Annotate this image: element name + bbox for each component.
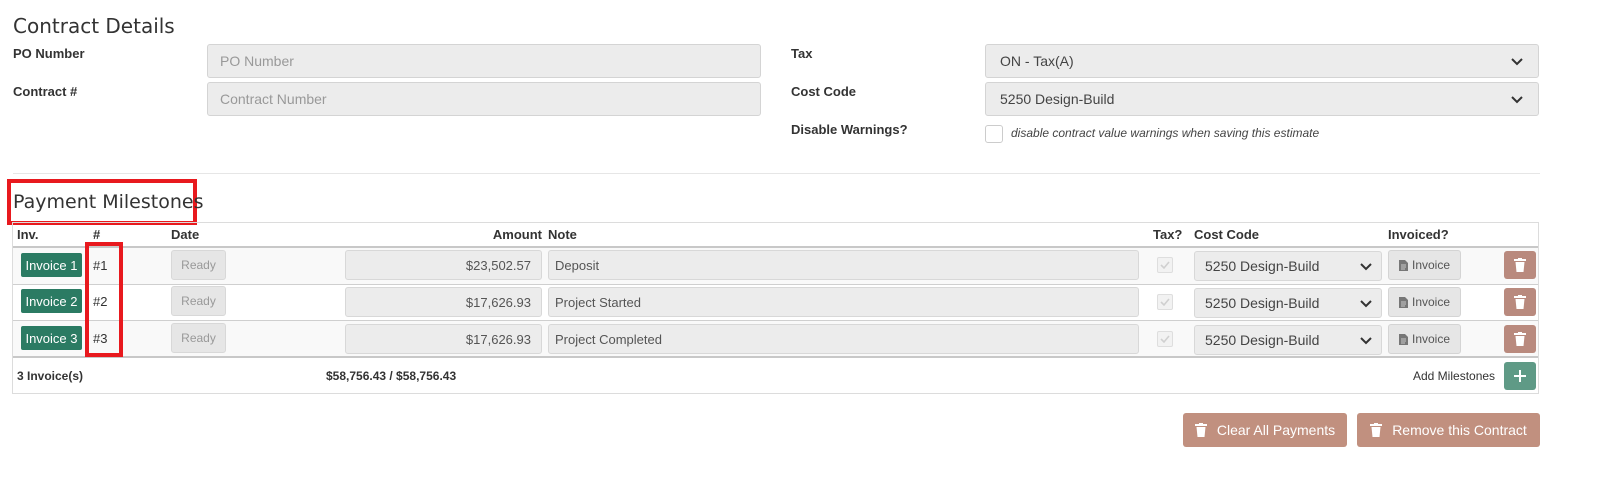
tax-select-value: ON - Tax(A): [1000, 53, 1074, 69]
chevron-down-icon: [1511, 96, 1523, 104]
tax-checkbox[interactable]: [1157, 294, 1173, 310]
row-cost-code-select[interactable]: 5250 Design-Build: [1194, 288, 1382, 318]
col-header-num: #: [93, 227, 101, 242]
tax-checkbox[interactable]: [1157, 331, 1173, 347]
note-field[interactable]: Project Completed: [548, 324, 1139, 354]
clear-all-payments-label: Clear All Payments: [1216, 422, 1336, 438]
date-ready-button[interactable]: Ready: [171, 250, 226, 280]
trash-icon: [1370, 423, 1383, 437]
row-cost-code-value: 5250 Design-Build: [1205, 332, 1320, 348]
add-milestone-button[interactable]: [1504, 362, 1536, 390]
disable-warnings-label: Disable Warnings?: [791, 122, 908, 137]
date-ready-button[interactable]: Ready: [171, 323, 226, 353]
document-icon: [1398, 296, 1408, 308]
delete-row-button[interactable]: [1504, 325, 1536, 353]
po-number-input[interactable]: PO Number: [207, 44, 761, 78]
invoice-action-label: Invoice: [1411, 332, 1451, 346]
chevron-down-icon: [1360, 300, 1372, 308]
section-divider: [13, 173, 1540, 174]
contract-details-title: Contract Details: [13, 14, 175, 38]
amount-field[interactable]: $17,626.93: [345, 287, 542, 317]
tax-select[interactable]: ON - Tax(A): [985, 44, 1539, 78]
col-header-invoiced: Invoiced?: [1388, 227, 1449, 242]
trash-icon: [1514, 258, 1526, 272]
contract-number-label: Contract #: [13, 84, 78, 99]
clear-all-payments-button[interactable]: Clear All Payments: [1183, 413, 1347, 447]
contract-number-input[interactable]: Contract Number: [207, 82, 761, 116]
invoice-count: 3 Invoice(s): [17, 369, 84, 383]
check-icon: [1160, 335, 1170, 344]
cost-code-select[interactable]: 5250 Design-Build: [985, 82, 1539, 116]
invoice-3-button[interactable]: Invoice 3: [21, 326, 82, 350]
trash-icon: [1514, 332, 1526, 346]
delete-row-button[interactable]: [1504, 251, 1536, 279]
col-header-date: Date: [171, 227, 200, 242]
invoice-2-button[interactable]: Invoice 2: [21, 289, 82, 313]
contract-number-placeholder: Contract Number: [220, 91, 327, 107]
payment-milestones-title: Payment Milestones: [13, 191, 204, 213]
number-column-highlight-box: [85, 242, 123, 357]
document-icon: [1398, 259, 1408, 271]
trash-icon: [1194, 423, 1207, 437]
plus-icon: [1514, 370, 1526, 382]
invoice-action-button[interactable]: Invoice: [1388, 287, 1461, 317]
remove-contract-label: Remove this Contract: [1392, 422, 1527, 438]
invoice-action-label: Invoice: [1411, 295, 1451, 309]
invoice-action-button[interactable]: Invoice: [1388, 250, 1461, 280]
check-icon: [1160, 261, 1170, 270]
delete-row-button[interactable]: [1504, 288, 1536, 316]
footer-divider: [13, 356, 1538, 358]
tax-label: Tax: [791, 46, 813, 61]
remove-contract-button[interactable]: Remove this Contract: [1357, 413, 1540, 447]
col-header-note: Note: [548, 227, 577, 242]
document-icon: [1398, 333, 1408, 345]
disable-warnings-checkbox[interactable]: [985, 125, 1003, 143]
row-cost-code-select[interactable]: 5250 Design-Build: [1194, 325, 1382, 355]
cost-code-label: Cost Code: [791, 84, 856, 99]
note-field[interactable]: Deposit: [548, 250, 1139, 280]
row-divider: [13, 284, 1538, 285]
trash-icon: [1514, 295, 1526, 309]
po-number-placeholder: PO Number: [220, 53, 294, 69]
invoice-action-label: Invoice: [1411, 258, 1451, 272]
date-ready-button[interactable]: Ready: [171, 286, 226, 316]
chevron-down-icon: [1511, 58, 1523, 66]
col-header-amount: Amount: [492, 227, 542, 242]
tax-checkbox[interactable]: [1157, 257, 1173, 273]
row-cost-code-select[interactable]: 5250 Design-Build: [1194, 251, 1382, 281]
cost-code-select-value: 5250 Design-Build: [1000, 91, 1115, 107]
add-milestones-label: Add Milestones: [1413, 369, 1496, 383]
col-header-cost-code: Cost Code: [1194, 227, 1259, 242]
note-field[interactable]: Project Started: [548, 287, 1139, 317]
check-icon: [1160, 298, 1170, 307]
chevron-down-icon: [1360, 337, 1372, 345]
col-header-tax: Tax?: [1153, 227, 1183, 242]
chevron-down-icon: [1360, 263, 1372, 271]
amount-field[interactable]: $17,626.93: [345, 324, 542, 354]
col-header-inv: Inv.: [17, 227, 39, 242]
invoice-action-button[interactable]: Invoice: [1388, 324, 1461, 354]
disable-warnings-text: disable contract value warnings when sav…: [1011, 126, 1320, 140]
row-cost-code-value: 5250 Design-Build: [1205, 258, 1320, 274]
po-number-label: PO Number: [13, 46, 85, 61]
amount-field[interactable]: $23,502.57: [345, 250, 542, 280]
total-amount: $58,756.43 / $58,756.43: [326, 369, 457, 383]
row-cost-code-value: 5250 Design-Build: [1205, 295, 1320, 311]
invoice-1-button[interactable]: Invoice 1: [21, 253, 82, 277]
